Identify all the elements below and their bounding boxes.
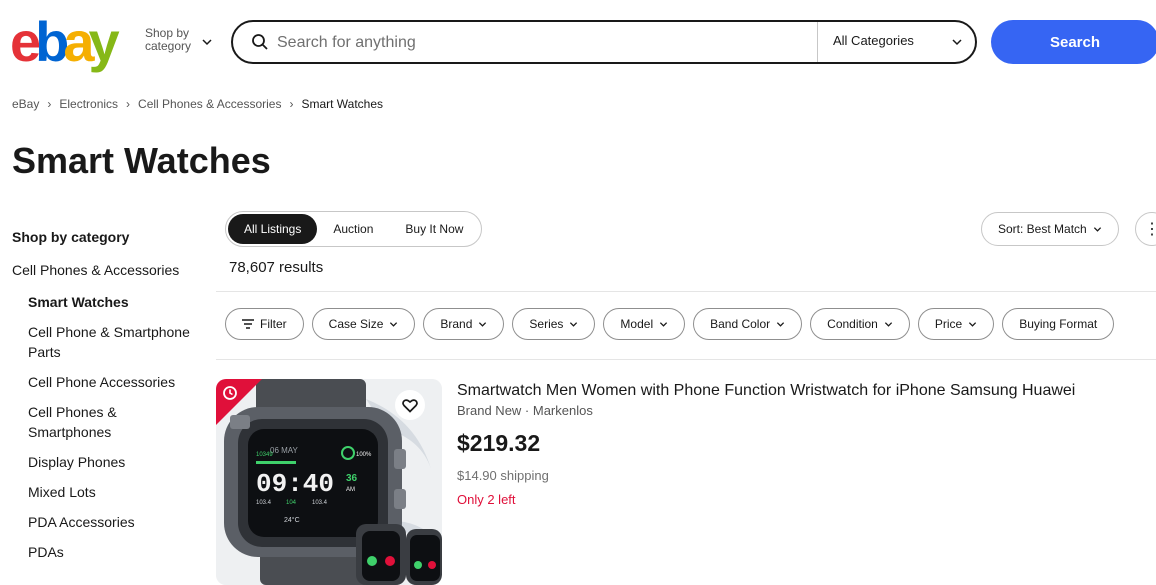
divider bbox=[216, 359, 1156, 360]
chevron-right-icon: › bbox=[126, 97, 131, 111]
sidebar-heading: Shop by category bbox=[12, 229, 130, 245]
filter-price[interactable]: Price bbox=[917, 308, 995, 340]
sidebar-category-list: Smart Watches Cell Phone & Smartphone Pa… bbox=[28, 292, 198, 572]
sidebar-item-phone-accessories[interactable]: Cell Phone Accessories bbox=[28, 372, 198, 392]
watch-stat-1: 103.4 bbox=[256, 500, 272, 506]
breadcrumb-smart-watches: Smart Watches bbox=[301, 97, 384, 111]
watch-stat-2: 104 bbox=[286, 500, 297, 506]
filter-condition-label: Condition bbox=[827, 317, 878, 331]
sort-button[interactable]: Sort: Best Match bbox=[981, 212, 1119, 246]
logo-letter-e: e bbox=[10, 10, 41, 73]
search-icon bbox=[252, 34, 268, 50]
item-condition-seller: Brand New · Markenlos bbox=[457, 403, 593, 418]
breadcrumb: eBay › Electronics › Cell Phones & Acces… bbox=[12, 97, 383, 111]
results-count: 78,607 results bbox=[229, 259, 324, 276]
chevron-down-icon bbox=[390, 321, 398, 327]
watch-battery-text: 100% bbox=[356, 452, 372, 458]
chevron-down-icon bbox=[952, 39, 962, 46]
heart-icon bbox=[402, 398, 418, 413]
shop-by-category-button[interactable]: Shop by category bbox=[145, 27, 191, 53]
chevron-down-icon bbox=[777, 321, 785, 327]
more-options-button[interactable]: ⋮ bbox=[1135, 212, 1156, 246]
sidebar-parent-category[interactable]: Cell Phones & Accessories bbox=[12, 262, 179, 278]
search-input[interactable] bbox=[277, 32, 797, 54]
tab-auction[interactable]: Auction bbox=[317, 214, 389, 244]
chevron-right-icon: › bbox=[47, 97, 52, 111]
search-button[interactable]: Search bbox=[991, 20, 1156, 64]
breadcrumb-ebay[interactable]: eBay bbox=[12, 97, 39, 111]
search-bar: All Categories bbox=[231, 20, 977, 64]
filter-model[interactable]: Model bbox=[603, 308, 686, 340]
chevron-down-icon bbox=[202, 39, 212, 46]
filter-case-size[interactable]: Case Size bbox=[311, 308, 416, 340]
filter-series[interactable]: Series bbox=[512, 308, 596, 340]
watch-steps-text: 10349 bbox=[256, 452, 273, 458]
sidebar-item-smartphones[interactable]: Cell Phones & Smartphones bbox=[28, 402, 198, 442]
chevron-down-icon bbox=[660, 321, 668, 327]
filter-condition[interactable]: Condition bbox=[810, 308, 910, 340]
filter-series-label: Series bbox=[529, 317, 564, 331]
watch-stat-3: 103.4 bbox=[312, 500, 328, 506]
chevron-down-icon bbox=[479, 321, 487, 327]
shop-by-line2: category bbox=[145, 39, 192, 53]
breadcrumb-cell-phones[interactable]: Cell Phones & Accessories bbox=[138, 97, 281, 111]
filter-model-label: Model bbox=[620, 317, 654, 331]
divider bbox=[216, 291, 1156, 292]
sidebar-item-smart-watches[interactable]: Smart Watches bbox=[28, 292, 198, 312]
filter-bar: Filter Case Size Brand Series Model Band… bbox=[225, 308, 1115, 340]
chevron-right-icon: › bbox=[289, 97, 294, 111]
sidebar-item-pdas[interactable]: PDAs bbox=[28, 542, 198, 562]
sidebar-item-pda-accessories[interactable]: PDA Accessories bbox=[28, 512, 198, 532]
filter-case-size-label: Case Size bbox=[328, 317, 384, 331]
filter-band-color-label: Band Color bbox=[710, 317, 771, 331]
filter-lines-icon bbox=[242, 319, 254, 329]
watch-time-text: 09:40 bbox=[256, 469, 334, 499]
filter-buying-format-label: Buying Format bbox=[1019, 317, 1098, 331]
filter-band-color[interactable]: Band Color bbox=[693, 308, 803, 340]
watch-seconds-text: 36 bbox=[346, 473, 358, 484]
sort-label: Sort: Best Match bbox=[998, 222, 1087, 236]
sidebar-item-mixed-lots[interactable]: Mixed Lots bbox=[28, 482, 198, 502]
filter-button[interactable]: Filter bbox=[225, 308, 304, 340]
item-price: $219.32 bbox=[457, 430, 541, 456]
watch-date-text: 06 MAY bbox=[270, 446, 299, 455]
page: ebay Shop by category All Categories Sea… bbox=[0, 0, 1156, 585]
filter-brand-label: Brand bbox=[440, 317, 473, 331]
chevron-down-icon bbox=[1093, 226, 1101, 232]
sidebar-item-phone-parts[interactable]: Cell Phone & Smartphone Parts bbox=[28, 322, 198, 362]
filter-price-label: Price bbox=[934, 317, 963, 331]
listing-type-tabs: All Listings Auction Buy It Now bbox=[225, 211, 483, 247]
logo-letter-b: b bbox=[35, 10, 69, 73]
watch-ampm-text: AM bbox=[346, 487, 355, 493]
more-vertical-icon: ⋮ bbox=[1144, 221, 1156, 238]
filter-brand[interactable]: Brand bbox=[423, 308, 505, 340]
watch-temp-text: 24°C bbox=[284, 516, 300, 524]
ebay-logo[interactable]: ebay bbox=[10, 10, 120, 73]
item-shipping: $14.90 shipping bbox=[457, 468, 549, 483]
tab-buy-it-now[interactable]: Buy It Now bbox=[389, 214, 479, 244]
chevron-down-icon bbox=[969, 321, 977, 327]
search-divider bbox=[817, 22, 818, 62]
clock-icon bbox=[223, 386, 237, 400]
item-stock-status: Only 2 left bbox=[457, 492, 516, 507]
tab-all-listings[interactable]: All Listings bbox=[228, 214, 318, 244]
logo-letter-y: y bbox=[88, 10, 120, 73]
sidebar-item-display-phones[interactable]: Display Phones bbox=[28, 452, 198, 472]
chevron-down-icon bbox=[884, 321, 892, 327]
chevron-down-icon bbox=[570, 321, 578, 327]
item-title-link[interactable]: Smartwatch Men Women with Phone Function… bbox=[457, 382, 1075, 400]
breadcrumb-electronics[interactable]: Electronics bbox=[59, 97, 118, 111]
filter-label: Filter bbox=[260, 317, 287, 331]
category-select[interactable]: All Categories bbox=[833, 33, 914, 48]
filter-buying-format[interactable]: Buying Format bbox=[1002, 308, 1115, 340]
watch-item-button[interactable] bbox=[395, 390, 425, 420]
logo-letter-a: a bbox=[63, 10, 94, 73]
page-title: Smart Watches bbox=[12, 140, 271, 181]
